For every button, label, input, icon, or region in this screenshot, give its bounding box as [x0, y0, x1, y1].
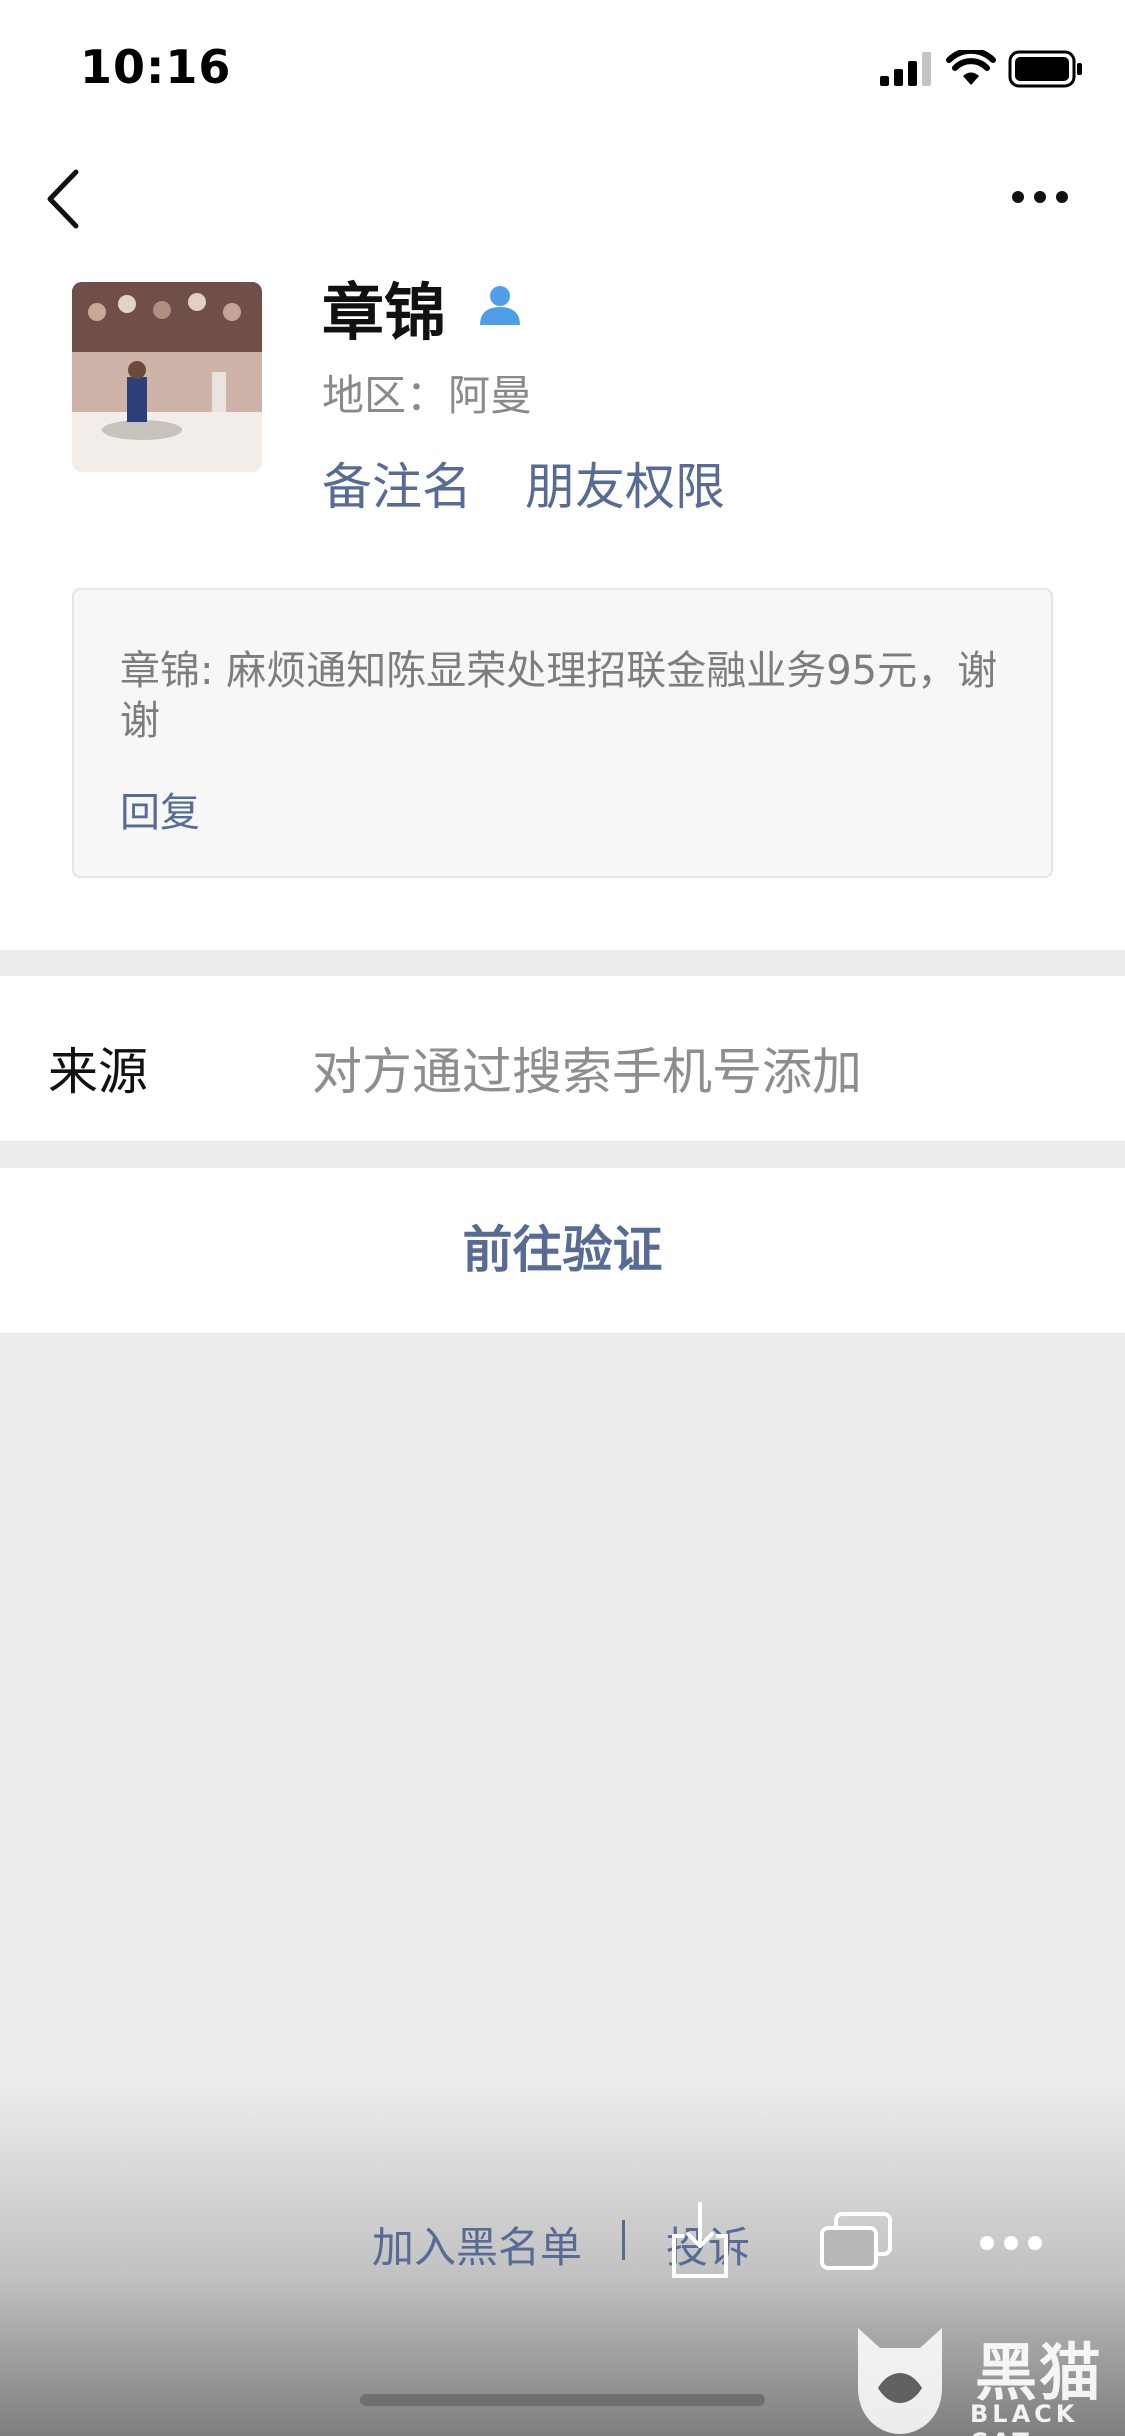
contact-name: 章锦 — [322, 276, 447, 349]
status-time: 10:16 — [80, 40, 232, 94]
nav-bar — [0, 135, 1125, 265]
watermark-name: 黑猫 — [975, 2336, 1104, 2409]
wifi-icon — [946, 50, 996, 85]
message-text: 章锦: 麻烦通知陈显荣处理招联金融业务95元，谢谢 — [120, 648, 998, 744]
download-icon[interactable] — [670, 2200, 730, 2280]
avatar[interactable] — [72, 282, 262, 472]
contact-badge-icon — [480, 286, 520, 325]
remark-link[interactable]: 备注名 — [322, 447, 472, 519]
signal-icon — [880, 52, 931, 86]
link-divider — [622, 2220, 625, 2260]
contact-region: 地区：阿曼 — [322, 371, 533, 420]
more-dots-icon[interactable] — [1010, 185, 1070, 209]
watermark-subtext: BLACK CAT — [970, 2400, 1079, 2436]
avatar-image — [72, 282, 262, 472]
verify-button[interactable]: 前往验证 — [0, 1168, 1125, 1333]
source-value: 对方通过搜索手机号添加 — [312, 1043, 862, 1101]
home-indicator[interactable] — [360, 2394, 765, 2406]
reply-link[interactable]: 回复 — [120, 780, 200, 838]
battery-icon — [1008, 50, 1082, 88]
add-to-blacklist-link[interactable]: 加入黑名单 — [372, 2214, 582, 2275]
windows-icon[interactable] — [818, 2210, 894, 2274]
chevron-left-icon[interactable] — [42, 168, 86, 230]
source-label: 来源 — [48, 1043, 148, 1101]
friend-permission-link[interactable]: 朋友权限 — [525, 447, 725, 519]
more-options-icon[interactable] — [978, 2232, 1044, 2254]
